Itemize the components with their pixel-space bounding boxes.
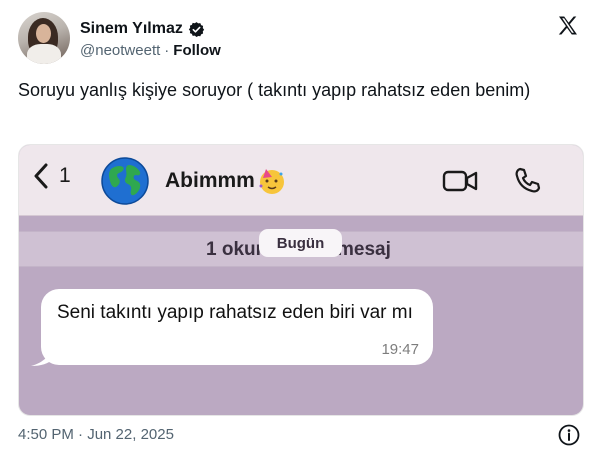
- unread-count: 1: [59, 164, 71, 187]
- back-button[interactable]: 1: [33, 163, 71, 189]
- tweet-header: Sinem Yılmaz @neotweett · Follow: [18, 12, 582, 66]
- contact-name[interactable]: Abimmm: [165, 169, 255, 193]
- message-time: 19:47: [381, 341, 419, 358]
- chat-screenshot[interactable]: 1 Abimmm 1 okur mesaj Bugün Seni takıntı…: [18, 144, 584, 416]
- back-chevron-icon: [34, 163, 48, 189]
- tweet-text: Soruyu yanlış kişiye soruyor ( takıntı y…: [18, 80, 531, 100]
- message-bubble[interactable]: Seni takıntı yapıp rahatsız eden biri va…: [41, 289, 433, 365]
- globe-icon[interactable]: [101, 157, 149, 205]
- unread-label-end: mesaj: [337, 239, 391, 260]
- verified-badge-icon: [188, 21, 205, 37]
- party-face-icon: [259, 169, 284, 194]
- message-text: Seni takıntı yapıp rahatsız eden biri va…: [57, 302, 413, 323]
- separator-dot: ·: [164, 42, 170, 59]
- chat-header: 1 Abimmm: [19, 145, 583, 216]
- tweet-timestamp[interactable]: 4:50 PM · Jun 22, 2025: [18, 426, 174, 443]
- avatar[interactable]: [18, 12, 70, 64]
- handle-row: @neotweett · Follow: [80, 42, 221, 59]
- phone-call-icon[interactable]: [513, 166, 543, 196]
- author-name[interactable]: Sinem Yılmaz: [80, 20, 183, 38]
- video-call-icon[interactable]: [442, 169, 478, 193]
- tweet-footer: 4:50 PM · Jun 22, 2025: [18, 424, 582, 446]
- date-divider: Bugün: [259, 229, 342, 257]
- author-name-row: Sinem Yılmaz: [80, 18, 205, 40]
- author-handle[interactable]: @neotweett: [80, 42, 160, 59]
- info-icon[interactable]: [558, 424, 580, 446]
- follow-button[interactable]: Follow: [173, 42, 221, 59]
- x-logo-icon[interactable]: [556, 14, 580, 38]
- unread-label-start: 1 okur: [206, 239, 264, 260]
